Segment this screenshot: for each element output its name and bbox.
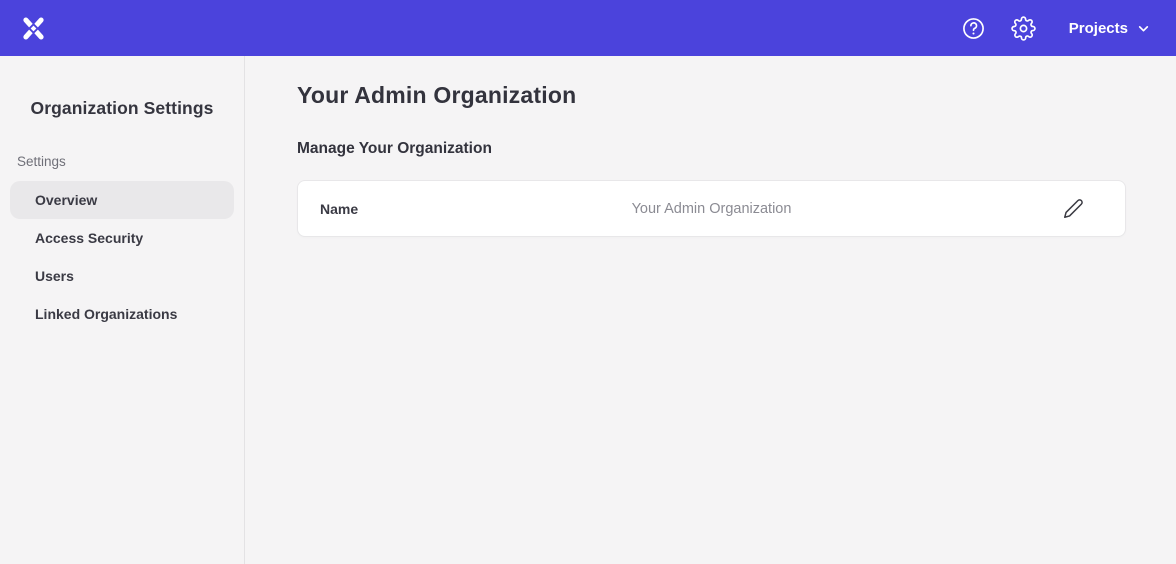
name-field-label: Name [320, 201, 358, 217]
chevron-down-icon [1137, 22, 1150, 35]
gear-icon [1011, 16, 1036, 41]
mendix-x-logo-icon [20, 15, 47, 42]
home-logo-button[interactable] [20, 15, 47, 42]
sidebar-section-label: Settings [17, 154, 244, 169]
question-mark-circle-icon [961, 16, 986, 41]
pencil-icon [1063, 198, 1084, 219]
sidebar-item-overview[interactable]: Overview [10, 181, 234, 219]
manage-organization-heading: Manage Your Organization [297, 140, 1176, 158]
sidebar-title: Organization Settings [0, 98, 244, 119]
topbar-actions: Projects [961, 15, 1150, 41]
organization-settings-sidebar: Organization Settings Settings Overview … [0, 56, 245, 564]
help-button[interactable] [961, 15, 987, 41]
sidebar-item-users[interactable]: Users [10, 257, 234, 295]
sidebar-item-access-security[interactable]: Access Security [10, 219, 234, 257]
sidebar-item-label: Linked Organizations [35, 306, 177, 322]
sidebar-item-label: Overview [35, 192, 97, 208]
top-navigation-bar: Projects [0, 0, 1176, 56]
organization-name-card: Name Your Admin Organization [297, 180, 1126, 237]
page-title: Your Admin Organization [297, 82, 1176, 109]
sidebar-nav: Overview Access Security Users Linked Or… [0, 181, 244, 333]
projects-dropdown[interactable]: Projects [1069, 20, 1150, 37]
name-field-value: Your Admin Organization [632, 201, 792, 217]
main-content: Your Admin Organization Manage Your Orga… [245, 56, 1176, 564]
platform-settings-button[interactable] [1011, 15, 1037, 41]
edit-name-button[interactable] [1061, 197, 1085, 221]
sidebar-item-linked-organizations[interactable]: Linked Organizations [10, 295, 234, 333]
content-shell: Organization Settings Settings Overview … [0, 56, 1176, 564]
projects-label: Projects [1069, 20, 1128, 37]
sidebar-item-label: Access Security [35, 230, 143, 246]
sidebar-item-label: Users [35, 268, 74, 284]
